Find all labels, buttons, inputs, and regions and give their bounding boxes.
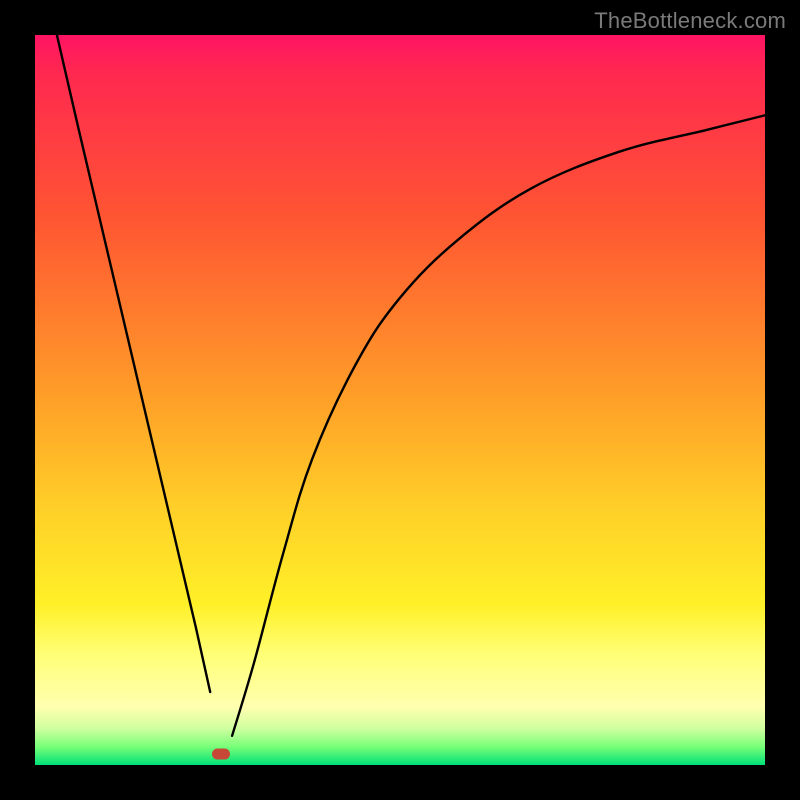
plot-area <box>35 35 765 765</box>
watermark-label: TheBottleneck.com <box>594 8 786 34</box>
chart-frame: TheBottleneck.com <box>0 0 800 800</box>
bottleneck-curve-right <box>232 115 765 736</box>
bottleneck-curve-left <box>57 35 210 692</box>
minimum-marker <box>212 749 230 760</box>
curve-layer <box>35 35 765 765</box>
